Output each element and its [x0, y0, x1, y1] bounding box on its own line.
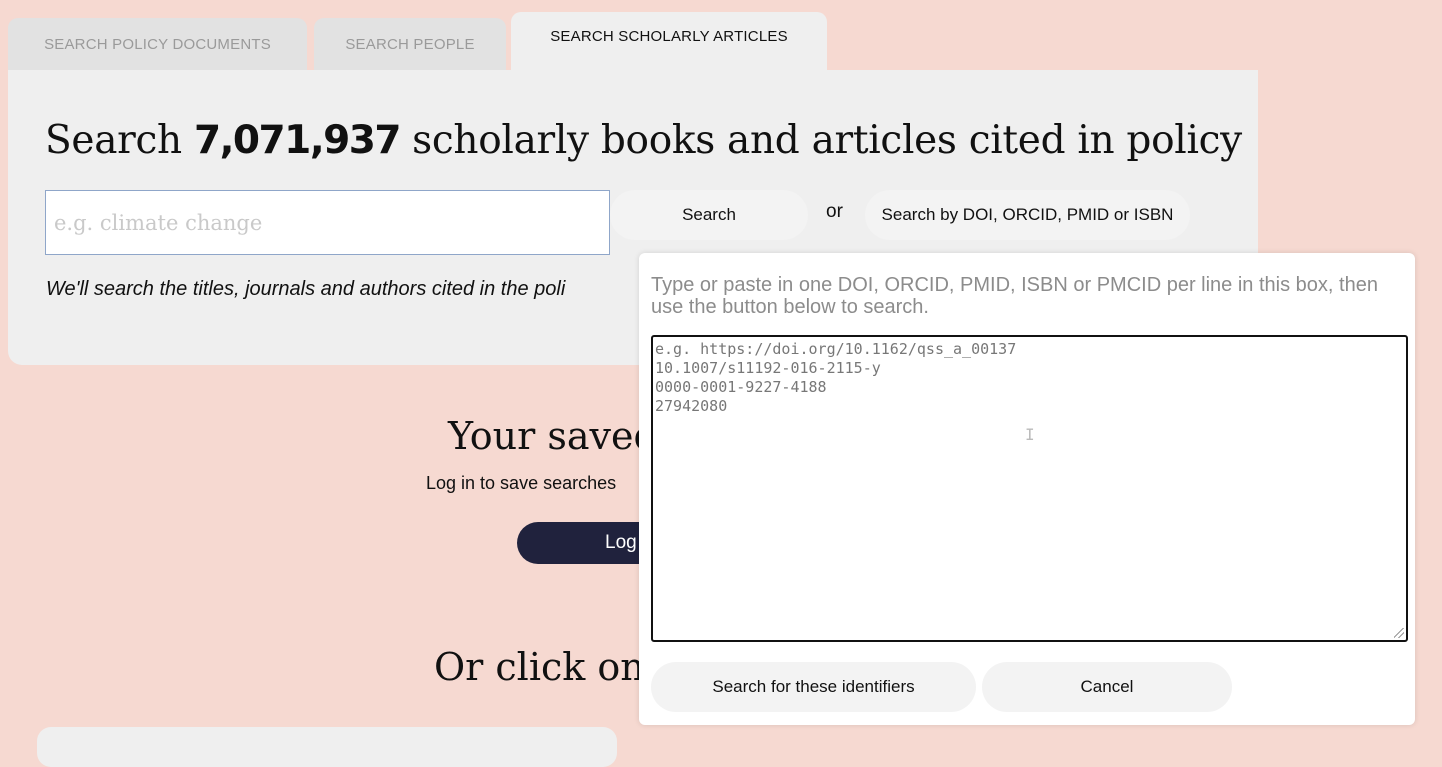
saved-searches-title: Your saved [448, 414, 658, 458]
identifier-textarea[interactable]: e.g. https://doi.org/10.1162/qss_a_00137… [651, 335, 1408, 642]
search-by-identifier-button[interactable]: Search by DOI, ORCID, PMID or ISBN [865, 190, 1190, 240]
page-title: Search 7,071,937 scholarly books and art… [45, 118, 1242, 163]
tab-search-people[interactable]: SEARCH PEOPLE [314, 18, 506, 70]
headline-suffix: scholarly books and articles cited in po… [400, 118, 1242, 163]
placeholder-line: 0000-0001-9227-4188 [655, 378, 827, 396]
resize-handle-icon[interactable] [1394, 628, 1404, 638]
tab-search-scholarly-articles[interactable]: SEARCH SCHOLARLY ARTICLES [511, 12, 827, 70]
placeholder-line: 27942080 [655, 397, 728, 415]
search-button[interactable]: Search [610, 190, 808, 240]
search-input[interactable]: e.g. climate change [45, 190, 610, 255]
search-input-placeholder: e.g. climate change [54, 210, 263, 235]
headline-count: 7,071,937 [193, 118, 402, 163]
identifier-search-popup: Type or paste in one DOI, ORCID, PMID, I… [639, 253, 1415, 725]
placeholder-line: 10.1007/s11192-016-2115-y [655, 359, 881, 377]
topic-card[interactable] [37, 727, 617, 767]
search-note: We'll search the titles, journals and au… [46, 278, 566, 300]
cancel-button[interactable]: Cancel [982, 662, 1232, 712]
search-identifiers-button[interactable]: Search for these identifiers [651, 662, 976, 712]
headline-prefix: Search [45, 118, 194, 163]
popup-instructions: Type or paste in one DOI, ORCID, PMID, I… [651, 274, 1378, 318]
tab-search-policy-documents[interactable]: SEARCH POLICY DOCUMENTS [8, 18, 307, 70]
text-cursor-icon: I [1025, 425, 1035, 444]
or-label: or [826, 201, 843, 222]
login-prompt: Log in to save searches [426, 473, 617, 493]
click-section-title: Or click on [434, 645, 645, 689]
login-button-label: Log [605, 532, 637, 553]
placeholder-line: e.g. https://doi.org/10.1162/qss_a_00137 [655, 340, 1017, 358]
